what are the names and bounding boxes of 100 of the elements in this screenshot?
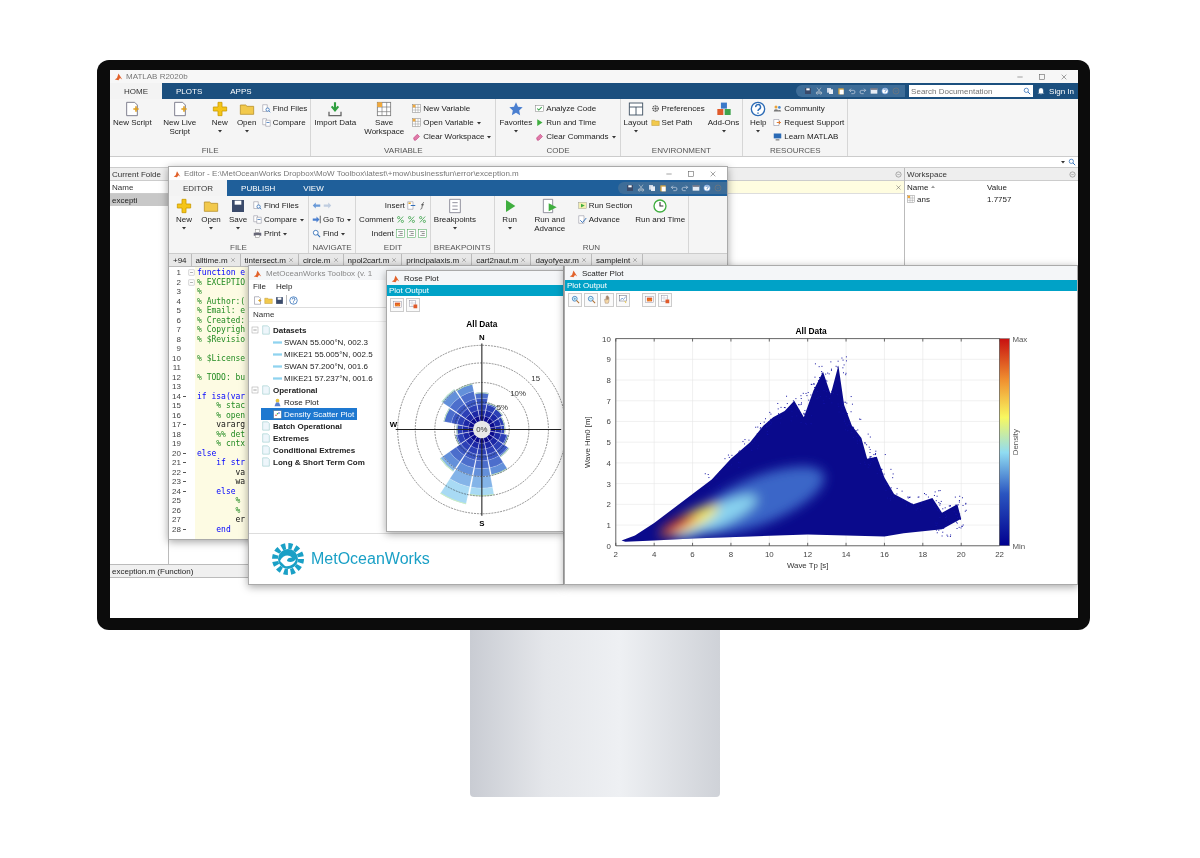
ribbon-button[interactable]: New: [207, 101, 232, 134]
ribbon-button[interactable]: Save Workspace: [359, 101, 410, 136]
ribbon-button[interactable]: Run and Time: [535, 116, 617, 129]
redo-button[interactable]: [681, 184, 689, 192]
menu-item[interactable]: File: [253, 282, 266, 291]
ribbon-button[interactable]: Import Data: [314, 101, 357, 127]
column-header[interactable]: Name: [907, 182, 929, 192]
search-field[interactable]: Search Documentation: [909, 85, 1022, 97]
image-export-button[interactable]: [642, 292, 656, 307]
ribbon-button[interactable]: Print: [253, 227, 305, 240]
ribbon-button[interactable]: Set Path: [650, 116, 705, 129]
sign-in-link[interactable]: Sign In: [1049, 86, 1074, 96]
ribbon-button[interactable]: Save: [226, 198, 250, 231]
image-export-button[interactable]: [390, 297, 404, 312]
ribbon-button[interactable]: Clear Commands: [535, 130, 617, 143]
menu-item[interactable]: Help: [275, 282, 293, 291]
ribbon-tab[interactable]: EDITOR: [169, 180, 228, 196]
zoom-in-button[interactable]: [568, 292, 582, 307]
ribbon-tab[interactable]: PLOTS: [162, 83, 217, 99]
ribbon-button[interactable]: Run: [497, 198, 522, 231]
collapse-icon[interactable]: [187, 278, 195, 286]
window-button[interactable]: [870, 87, 879, 95]
tree-item[interactable]: MIKE21 55.005°N, 002.5: [261, 348, 376, 360]
document-button[interactable]: [253, 295, 262, 305]
copy-button[interactable]: [648, 184, 656, 192]
tree-item[interactable]: MIKE21 57.237°N, 001.6: [261, 372, 376, 384]
hand-button[interactable]: [600, 292, 614, 307]
help-button[interactable]: [289, 295, 298, 305]
paste-button[interactable]: [837, 87, 846, 95]
tree-item[interactable]: Density Scatter Plot: [261, 408, 358, 420]
tree-item[interactable]: Extremes: [249, 432, 313, 444]
save-button[interactable]: [804, 87, 813, 95]
ribbon-button[interactable]: Open: [199, 198, 223, 231]
ribbon-button[interactable]: Run Section: [577, 199, 633, 212]
ribbon-tab[interactable]: PUBLISH: [227, 180, 290, 196]
ribbon-button[interactable]: Find Files: [253, 199, 305, 212]
help-button[interactable]: [881, 87, 890, 95]
tree-item[interactable]: SWAN 55.000°N, 002.3: [261, 336, 371, 348]
percent-button[interactable]: [406, 215, 416, 224]
maximize-button[interactable]: [1038, 72, 1046, 81]
ribbon-button[interactable]: Open: [234, 101, 259, 134]
tree-item[interactable]: Operational: [249, 384, 321, 396]
ribbon-button[interactable]: New Variable: [412, 102, 493, 115]
ribbon-button[interactable]: Favorites: [499, 101, 533, 134]
ribbon-button[interactable]: Find: [311, 227, 353, 240]
cut-button[interactable]: [637, 184, 645, 192]
help-button[interactable]: [703, 184, 711, 192]
back-button[interactable]: [311, 201, 321, 210]
collapse-icon[interactable]: [187, 269, 195, 277]
paste-button[interactable]: [659, 184, 667, 192]
file-tab[interactable]: alltime.m: [191, 254, 241, 266]
ribbon-button[interactable]: Preferences: [650, 102, 705, 115]
data-export-button[interactable]: [658, 292, 672, 307]
tree-item[interactable]: SWAN 57.200°N, 001.6: [261, 360, 371, 372]
forward-button[interactable]: [322, 201, 332, 210]
ribbon-button[interactable]: Insert: [384, 201, 405, 210]
ribbon-button[interactable]: Find Files: [261, 102, 308, 115]
ribbon-button[interactable]: Layout: [623, 101, 648, 134]
ribbon-button[interactable]: Learn MATLAB: [773, 130, 845, 143]
tree-item[interactable]: Conditional Extremes: [249, 444, 359, 456]
indent-button[interactable]: [395, 229, 405, 238]
ribbon-tab[interactable]: VIEW: [289, 180, 338, 196]
ribbon-button[interactable]: New: [172, 198, 196, 231]
close-button[interactable]: [1060, 72, 1068, 81]
ribbon-tab[interactable]: APPS: [216, 83, 266, 99]
ribbon-button[interactable]: Open Variable: [412, 116, 493, 129]
data-export-button[interactable]: [406, 297, 420, 312]
zoom-out-button[interactable]: [584, 292, 598, 307]
undo-button[interactable]: [670, 184, 678, 192]
tab-list-button[interactable]: +94: [169, 254, 192, 266]
tree-item[interactable]: Long & Short Term Com: [249, 456, 368, 468]
ribbon-button[interactable]: New Live Script: [154, 101, 205, 136]
notifications-button[interactable]: [1037, 87, 1046, 95]
copy-button[interactable]: [826, 87, 835, 95]
undo-button[interactable]: [848, 87, 857, 95]
ribbon-button[interactable]: Compare: [261, 116, 308, 129]
column-header[interactable]: Value: [987, 182, 1007, 192]
redo-button[interactable]: [859, 87, 868, 95]
ribbon-button[interactable]: Run and Advance: [524, 198, 575, 233]
file-row[interactable]: excepti: [110, 194, 168, 206]
ribbon-button[interactable]: Run and Time: [635, 198, 686, 224]
window-button[interactable]: [692, 184, 700, 192]
collapse-icon[interactable]: [251, 386, 259, 394]
function-button[interactable]: [417, 201, 427, 210]
close-button[interactable]: [709, 169, 717, 178]
collapse-icon[interactable]: [251, 326, 259, 334]
ribbon-button[interactable]: Indent: [371, 229, 394, 238]
ribbon-button[interactable]: New Script: [113, 101, 152, 127]
tree-item[interactable]: Datasets: [249, 324, 310, 336]
indent-button[interactable]: [417, 229, 427, 238]
ribbon-button[interactable]: Go To: [311, 213, 353, 226]
ribbon-button[interactable]: Add-Ons: [707, 101, 740, 134]
ribbon-button[interactable]: Community: [773, 102, 845, 115]
ribbon-button[interactable]: Compare: [253, 213, 305, 226]
ribbon-button[interactable]: Clear Workspace: [412, 130, 493, 143]
ribbon-button[interactable]: Breakpoints: [433, 198, 477, 231]
ribbon-button[interactable]: Advance: [577, 213, 633, 226]
insert-button[interactable]: [406, 201, 416, 210]
data-cursor-button[interactable]: [616, 292, 630, 307]
ribbon-button[interactable]: Help: [746, 101, 771, 134]
